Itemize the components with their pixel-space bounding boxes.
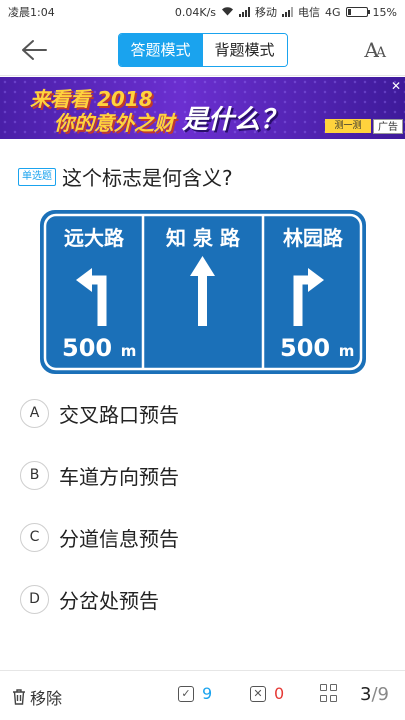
option-b[interactable]: B 车道方向预告 xyxy=(20,457,380,493)
wrong-count-value: 0 xyxy=(274,684,285,703)
sign-road-right: 林园路 xyxy=(283,226,344,250)
option-text: 分岔处预告 xyxy=(59,588,159,613)
status-bar: 凌晨1:04 0.04K/s 移动 电信 4G 15% xyxy=(0,0,405,24)
battery-icon xyxy=(345,7,370,17)
option-text: 交叉路口预告 xyxy=(59,402,179,427)
ad-banner[interactable]: 来看看 2018 你的意外之财 是什么？ 测一测 ✕ 广告 xyxy=(0,77,405,139)
option-letter: C xyxy=(20,522,49,552)
ad-headline-2: 你的意外之财 xyxy=(54,111,174,135)
remove-label: 移除 xyxy=(30,689,63,708)
carrier-1: 移动 xyxy=(255,6,278,19)
mode-switch: 答题模式 背题模式 xyxy=(117,32,288,67)
carrier-2: 电信 xyxy=(298,6,321,19)
ad-close-icon[interactable]: ✕ xyxy=(389,79,403,93)
ad-cta-button[interactable]: 测一测 xyxy=(325,119,371,133)
battery-percent: 15% xyxy=(372,5,397,19)
option-letter: B xyxy=(20,460,49,490)
option-d[interactable]: D 分岔处预告 xyxy=(20,581,380,617)
sign-road-left: 远大路 xyxy=(64,226,125,250)
tab-answer-mode[interactable]: 答题模式 xyxy=(118,33,203,66)
remove-button[interactable]: 移除 xyxy=(12,685,62,709)
road-sign-image: 远大路 知 泉 路 林园路 500 m 500 m xyxy=(40,210,366,374)
question-type-badge: 单选题 xyxy=(18,167,56,186)
cross-box-icon: ✕ xyxy=(250,685,266,702)
current-question: 3 xyxy=(360,684,372,705)
wrong-count[interactable]: ✕ 0 xyxy=(250,684,284,703)
signal-icon-2 xyxy=(282,7,294,17)
question-header: 单选题 这个标志是何含义? xyxy=(18,162,233,191)
net-speed: 0.04K/s xyxy=(174,5,217,19)
network-type: 4G xyxy=(325,5,341,19)
wifi-icon xyxy=(221,6,234,19)
check-box-icon: ✓ xyxy=(178,685,194,702)
option-text: 车道方向预告 xyxy=(59,464,179,489)
font-size-icon: AA xyxy=(364,38,386,62)
arrow-left-icon xyxy=(22,40,47,60)
font-size-button[interactable]: AA xyxy=(364,38,386,62)
total-questions: /9 xyxy=(371,684,389,705)
tab-review-mode[interactable]: 背题模式 xyxy=(202,33,287,66)
option-letter: D xyxy=(20,584,49,614)
option-text: 分道信息预告 xyxy=(59,526,179,551)
top-nav: 答题模式 背题模式 AA xyxy=(0,24,405,76)
status-icons: 0.04K/s 移动 电信 4G 15% xyxy=(175,4,397,20)
ad-label: 广告 xyxy=(373,119,403,134)
question-progress: 3/9 xyxy=(360,684,389,705)
grid-icon xyxy=(320,684,338,702)
bottom-toolbar: 移除 ✓ 9 ✕ 0 3/9 xyxy=(0,670,405,720)
option-letter: A xyxy=(20,398,49,428)
back-button[interactable] xyxy=(20,37,48,63)
correct-count[interactable]: ✓ 9 xyxy=(178,684,212,703)
option-c[interactable]: C 分道信息预告 xyxy=(20,519,380,555)
trash-icon xyxy=(13,689,25,705)
ad-headline-3: 是什么？ xyxy=(182,105,287,135)
question-grid-button[interactable] xyxy=(320,684,338,702)
signal-icon xyxy=(239,7,251,17)
clock: 凌晨1:04 xyxy=(8,6,55,19)
option-a[interactable]: A 交叉路口预告 xyxy=(20,395,380,431)
question-text: 这个标志是何含义? xyxy=(62,166,233,190)
correct-count-value: 9 xyxy=(202,684,213,703)
sign-road-center: 知 泉 路 xyxy=(166,226,241,250)
